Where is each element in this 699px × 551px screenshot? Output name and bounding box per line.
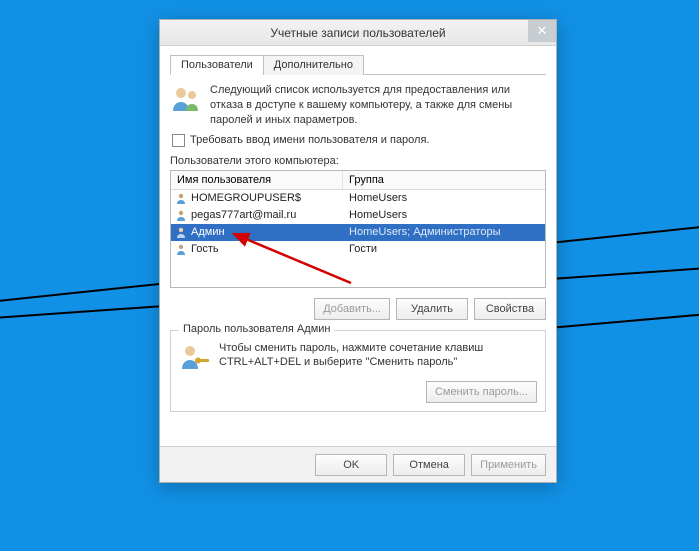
header-username[interactable]: Имя пользователя [171, 171, 343, 189]
intro-text: Следующий список используется для предос… [210, 83, 546, 128]
titlebar: Учетные записи пользователей ✕ [160, 20, 556, 46]
require-login-row[interactable]: Требовать ввод имени пользователя и паро… [172, 134, 546, 147]
user-group: HomeUsers [343, 209, 545, 221]
user-accounts-dialog: Учетные записи пользователей ✕ Пользоват… [159, 19, 557, 483]
password-group-title: Пароль пользователя Админ [179, 323, 334, 335]
list-header: Имя пользователя Группа [171, 171, 545, 190]
user-name: pegas777art@mail.ru [191, 209, 296, 221]
remove-button[interactable]: Удалить [396, 298, 468, 320]
list-item[interactable]: Гость Гости [171, 241, 545, 258]
list-item[interactable]: HOMEGROUPUSER$ HomeUsers [171, 190, 545, 207]
user-icon [175, 192, 187, 204]
list-item[interactable]: pegas777art@mail.ru HomeUsers [171, 207, 545, 224]
close-button[interactable]: ✕ [528, 20, 556, 42]
header-group[interactable]: Группа [343, 171, 545, 189]
require-login-label: Требовать ввод имени пользователя и паро… [190, 134, 429, 146]
key-icon [179, 341, 211, 373]
password-group: Пароль пользователя Админ Чтобы сменить … [170, 330, 546, 412]
user-icon [175, 226, 187, 238]
require-login-checkbox[interactable] [172, 134, 185, 147]
window-title: Учетные записи пользователей [270, 26, 445, 40]
users-icon [170, 83, 202, 115]
user-icon [175, 209, 187, 221]
user-group: HomeUsers; Администраторы [343, 226, 545, 238]
tab-strip: Пользователи Дополнительно [170, 54, 546, 75]
user-group: HomeUsers [343, 192, 545, 204]
users-list[interactable]: Имя пользователя Группа HOMEGROUPUSER$ H… [170, 170, 546, 288]
properties-button[interactable]: Свойства [474, 298, 546, 320]
user-icon [175, 243, 187, 255]
dialog-buttons: OK Отмена Применить [160, 446, 556, 482]
apply-button[interactable]: Применить [471, 454, 546, 476]
user-name: Гость [191, 243, 219, 255]
tab-users[interactable]: Пользователи [170, 55, 264, 75]
users-list-label: Пользователи этого компьютера: [170, 155, 546, 167]
reset-password-button[interactable]: Сменить пароль... [426, 381, 537, 403]
user-name: Админ [191, 226, 225, 238]
user-group: Гости [343, 243, 545, 255]
list-item-selected[interactable]: Админ HomeUsers; Администраторы [171, 224, 545, 241]
cancel-button[interactable]: Отмена [393, 454, 465, 476]
user-name: HOMEGROUPUSER$ [191, 192, 301, 204]
intro-row: Следующий список используется для предос… [170, 83, 546, 128]
tab-advanced[interactable]: Дополнительно [263, 55, 364, 75]
list-buttons: Добавить... Удалить Свойства [170, 298, 546, 320]
ok-button[interactable]: OK [315, 454, 387, 476]
password-instructions: Чтобы сменить пароль, нажмите сочетание … [219, 341, 483, 371]
add-button[interactable]: Добавить... [314, 298, 390, 320]
